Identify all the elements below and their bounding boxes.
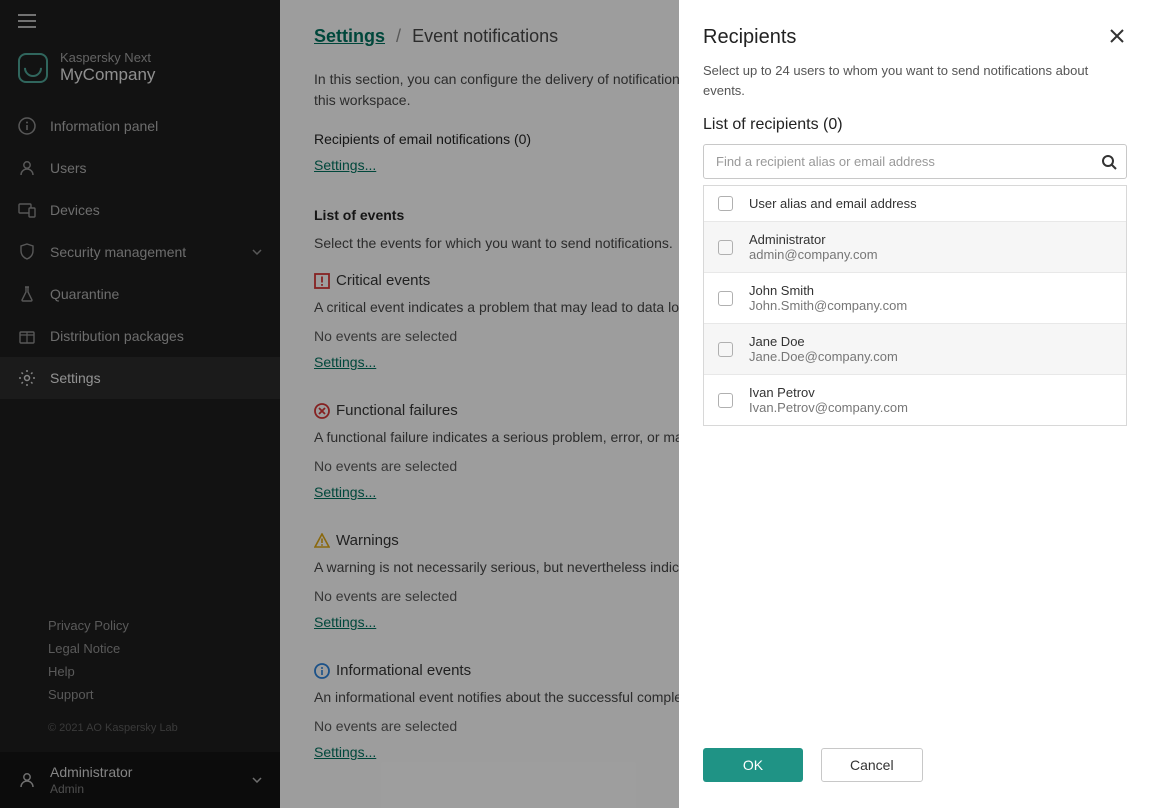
search-input[interactable] <box>703 144 1127 179</box>
recipient-email: Jane.Doe@company.com <box>749 349 898 364</box>
recipient-alias: Administrator <box>749 232 878 247</box>
search-icon[interactable] <box>1101 154 1117 170</box>
panel-description: Select up to 24 users to whom you want t… <box>703 61 1127 100</box>
recipient-alias: Jane Doe <box>749 334 898 349</box>
recipient-alias: John Smith <box>749 283 907 298</box>
recipient-email: John.Smith@company.com <box>749 298 907 313</box>
recipient-checkbox[interactable] <box>718 342 733 357</box>
table-row[interactable]: Administrator admin@company.com <box>704 221 1126 272</box>
close-icon <box>1109 28 1125 44</box>
recipients-panel: Recipients Select up to 24 users to whom… <box>679 0 1151 808</box>
list-of-recipients-header: List of recipients (0) <box>703 116 1127 134</box>
panel-actions: OK Cancel <box>703 724 1127 782</box>
recipients-table: User alias and email address Administrat… <box>703 185 1127 426</box>
recipient-email: Ivan.Petrov@company.com <box>749 400 908 415</box>
search-wrap <box>703 144 1127 179</box>
recipient-email: admin@company.com <box>749 247 878 262</box>
close-button[interactable] <box>1107 26 1127 46</box>
table-row[interactable]: Ivan Petrov Ivan.Petrov@company.com <box>704 374 1126 425</box>
column-header: User alias and email address <box>749 196 917 211</box>
table-header-row: User alias and email address <box>704 185 1126 221</box>
recipient-checkbox[interactable] <box>718 240 733 255</box>
panel-title: Recipients <box>703 26 796 49</box>
table-row[interactable]: Jane Doe Jane.Doe@company.com <box>704 323 1126 374</box>
cancel-button[interactable]: Cancel <box>821 748 923 782</box>
recipient-checkbox[interactable] <box>718 291 733 306</box>
recipient-checkbox[interactable] <box>718 393 733 408</box>
table-row[interactable]: John Smith John.Smith@company.com <box>704 272 1126 323</box>
ok-button[interactable]: OK <box>703 748 803 782</box>
recipient-alias: Ivan Petrov <box>749 385 908 400</box>
select-all-checkbox[interactable] <box>718 196 733 211</box>
